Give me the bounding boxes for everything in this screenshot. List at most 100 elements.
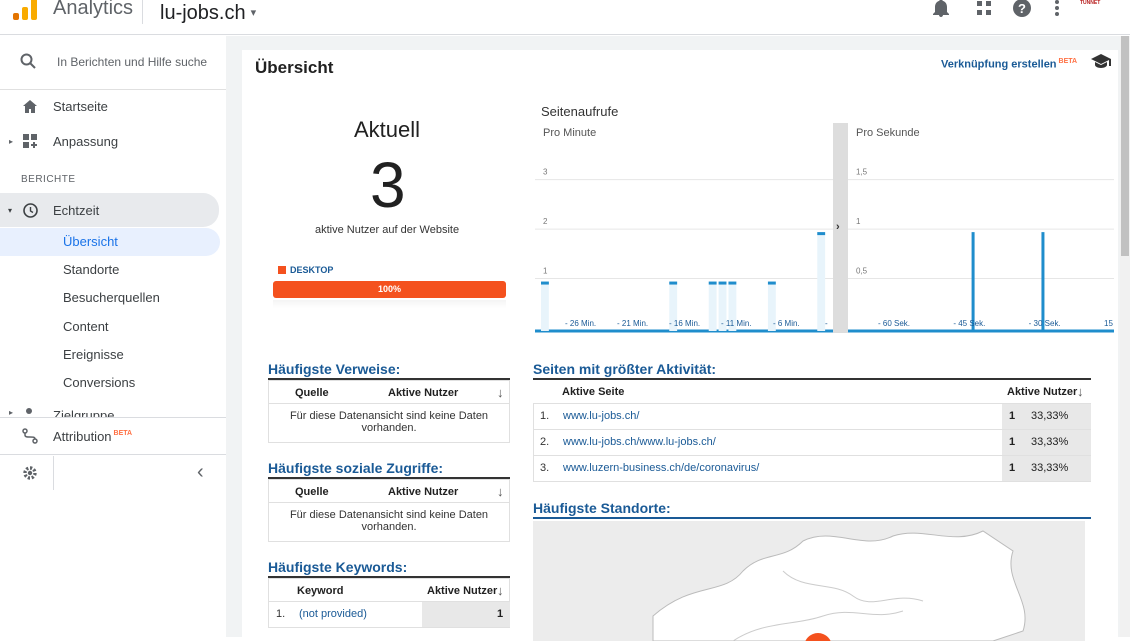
sidebar-divider xyxy=(0,417,226,418)
scrollbar-thumb[interactable] xyxy=(1121,36,1129,256)
sidebar-subitem-conversions[interactable]: Conversions xyxy=(0,369,220,397)
analytics-logo-icon[interactable] xyxy=(13,0,39,20)
sidebar-item-attribution[interactable]: Attribution BETA xyxy=(0,420,226,452)
sidebar-item-label: Startseite xyxy=(53,98,108,114)
column-header[interactable]: Aktive Nutzer xyxy=(1007,386,1077,398)
bar-background xyxy=(708,281,717,331)
y-tick-label: 2 xyxy=(543,217,548,226)
x-tick-label: - 16 Min. xyxy=(669,319,700,328)
sort-arrow-icon[interactable]: ↓ xyxy=(497,385,504,400)
column-header[interactable]: Aktive Nutzer xyxy=(388,486,458,498)
chevron-right-icon: › xyxy=(836,221,840,233)
locations-map[interactable] xyxy=(533,521,1085,641)
sidebar-subitem-uebersicht[interactable]: Übersicht xyxy=(0,228,220,256)
sidebar-item-label: Attribution xyxy=(53,428,112,444)
column-header[interactable]: Aktive Seite xyxy=(562,386,624,398)
bar-cap xyxy=(541,281,549,285)
sidebar-item-echtzeit[interactable]: ▾ Echtzeit xyxy=(0,193,219,227)
device-share-value: 100% xyxy=(377,284,402,294)
sort-arrow-icon[interactable]: ↓ xyxy=(1077,384,1084,399)
property-selector[interactable]: lu-jobs.ch ▾ xyxy=(160,2,256,25)
page-link[interactable]: www.luzern-business.ch/de/coronavirus/ xyxy=(563,462,759,474)
collapse-arrow-icon: ▾ xyxy=(8,205,13,215)
table-row: 1. www.lu-jobs.ch/ 1 33,33% xyxy=(533,404,1091,430)
help-icon[interactable]: ? xyxy=(1012,0,1032,18)
page-link[interactable]: www.lu-jobs.ch/www.lu-jobs.ch/ xyxy=(563,436,716,448)
bar-cap xyxy=(728,281,737,285)
row-number: 1. xyxy=(540,410,550,422)
collapse-sidebar-icon[interactable]: ‹ xyxy=(197,461,204,484)
keyword-link[interactable]: (not provided) xyxy=(299,608,367,620)
page-link[interactable]: www.lu-jobs.ch/ xyxy=(563,410,639,422)
sort-arrow-icon[interactable]: ↓ xyxy=(497,583,504,598)
home-icon xyxy=(22,98,38,114)
active-users-caption: aktive Nutzer auf der Website xyxy=(315,224,460,236)
more-vert-icon[interactable] xyxy=(1047,0,1067,18)
footer-divider xyxy=(53,456,54,490)
current-label: Aktuell xyxy=(354,117,421,142)
column-header[interactable]: Quelle xyxy=(295,486,329,498)
x-tick-label: - xyxy=(825,319,828,328)
x-tick-label: - 26 Min. xyxy=(565,319,596,328)
app-brand: Analytics xyxy=(53,0,134,19)
sidebar-subitem-standorte[interactable]: Standorte xyxy=(0,256,220,284)
x-tick-label: - 30 Sek. xyxy=(1029,319,1061,328)
device-share-bar: 100% xyxy=(273,281,506,298)
device-label: DESKTOP xyxy=(290,265,334,275)
y-tick-label: 1,5 xyxy=(856,168,868,177)
table-header: Quelle Aktive Nutzer ↓ xyxy=(268,380,510,404)
expand-arrow-icon: ▸ xyxy=(9,408,14,417)
apps-icon[interactable] xyxy=(974,0,994,18)
column-header[interactable]: Quelle xyxy=(295,387,329,399)
settings-gear-icon[interactable] xyxy=(22,465,38,486)
table-row: 1. (not provided) 1 xyxy=(268,602,510,628)
bar xyxy=(971,232,975,331)
row-number: 3. xyxy=(540,462,550,474)
beta-badge: BETA xyxy=(1058,58,1078,65)
caret-down-icon: ▾ xyxy=(250,7,257,19)
bell-icon[interactable] xyxy=(931,0,951,18)
chart-splitter[interactable]: › xyxy=(833,123,848,333)
sidebar-item-label: Echtzeit xyxy=(53,202,100,218)
attribution-icon xyxy=(22,428,38,444)
graduation-cap-icon[interactable] xyxy=(1091,54,1111,73)
search-placeholder: In Berichten und Hilfe suche xyxy=(57,55,208,69)
sidebar-item-anpassung[interactable]: ▸ Anpassung xyxy=(0,125,226,157)
sidebar-item-zielgruppe[interactable]: ▸ Zielgruppe xyxy=(0,400,226,418)
active-users-value: 1 xyxy=(1009,462,1016,474)
column-header[interactable]: Keyword xyxy=(297,585,343,597)
section-title-pages: Seiten mit größter Aktivität: xyxy=(533,361,717,377)
map-outline xyxy=(652,530,1026,641)
section-underline xyxy=(533,517,1091,519)
subitem-label: Standorte xyxy=(63,262,120,277)
per-second-chart: Pro Sekunde 0,5 1 1,5 - 60 Sek. - 45 Sek. - 30… xyxy=(848,127,1114,333)
section-title-social: Häufigste soziale Zugriffe: xyxy=(268,460,444,476)
table-header: Keyword Aktive Nutzer ↓ xyxy=(268,578,510,602)
x-tick-label: - 11 Min. xyxy=(721,319,752,328)
section-title-keywords: Häufigste Keywords: xyxy=(268,559,408,575)
sidebar-subitem-ereignisse[interactable]: Ereignisse xyxy=(0,341,220,369)
active-users-value: 1 xyxy=(1009,436,1016,448)
column-header[interactable]: Aktive Nutzer xyxy=(427,585,497,597)
chart-title: Seitenaufrufe xyxy=(541,104,619,119)
sort-arrow-icon[interactable]: ↓ xyxy=(497,484,504,499)
chart-panel-label: Pro Sekunde xyxy=(856,127,920,139)
subitem-label: Besucherquellen xyxy=(63,290,160,305)
device-legend: DESKTOP xyxy=(278,265,333,275)
account-avatar[interactable]: TUNNET xyxy=(1080,0,1114,14)
account-logo-text: TUNNET xyxy=(1080,0,1101,6)
clock-icon xyxy=(22,202,38,218)
sidebar-subitem-besucherquellen[interactable]: Besucherquellen xyxy=(0,284,220,312)
table-header: Quelle Aktive Nutzer ↓ xyxy=(268,479,510,503)
sidebar-search[interactable]: In Berichten und Hilfe suche xyxy=(0,48,226,90)
sidebar-item-startseite[interactable]: Startseite xyxy=(0,90,226,122)
bar-cap xyxy=(708,281,717,285)
column-header[interactable]: Aktive Nutzer xyxy=(388,387,458,399)
row-number: 1. xyxy=(276,608,286,620)
bar-background xyxy=(817,232,826,331)
create-shortcut-link[interactable]: Verknüpfung erstellen BETA xyxy=(941,58,1077,71)
property-name: lu-jobs.ch xyxy=(160,2,246,24)
sidebar-subitem-content[interactable]: Content xyxy=(0,313,220,341)
active-users-count: 3 xyxy=(370,149,406,221)
sidebar: In Berichten und Hilfe suche Startseite … xyxy=(0,36,241,637)
